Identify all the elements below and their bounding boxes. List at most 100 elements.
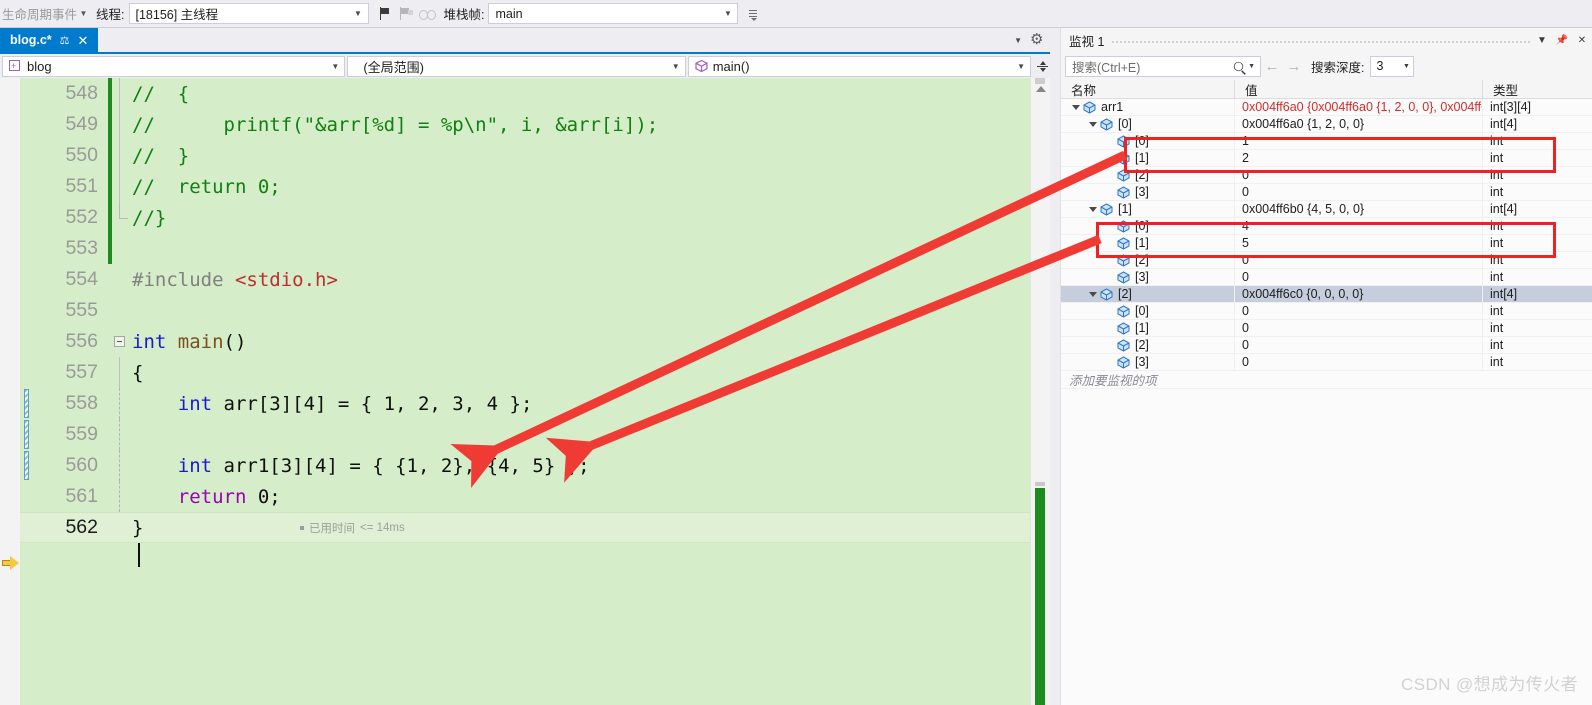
fold-column[interactable] [112,419,128,450]
watch-row-value[interactable]: 0x004ff6c0 {0, 0, 0, 0} [1234,285,1482,303]
arrow-right-icon[interactable]: → [1283,58,1305,75]
chevron-down-icon[interactable]: ▼ [1399,63,1413,70]
code-line[interactable]: 554 #include <stdio.h> [20,264,1030,295]
watch-row[interactable]: [2] 0 int [1061,336,1592,354]
watch-row-value[interactable]: 5 [1234,234,1482,252]
watch-row[interactable]: [3] 0 int [1061,353,1592,371]
watch-row[interactable]: [0] 0 int [1061,302,1592,320]
watch-row[interactable]: [0] 0x004ff6a0 {1, 2, 0, 0} int[4] [1061,115,1592,133]
watch-row[interactable]: [0] 1 int [1061,132,1592,150]
chevron-down-icon[interactable]: ▼ [77,9,90,18]
editor-tab-blog-c[interactable]: blog.c* ⚖ ✕ [0,28,98,52]
watch-row-value[interactable]: 0 [1234,268,1482,286]
dropdown-icon[interactable]: ▼ [1532,35,1552,46]
code-line[interactable]: 556 int main() [20,326,1030,357]
split-editor-icon[interactable] [1035,55,1050,77]
watch-row-name-cell[interactable]: [3] [1061,184,1234,201]
chevron-down-icon[interactable]: ▼ [720,9,735,18]
code-line[interactable]: 559 [20,419,1030,450]
fold-column[interactable] [112,481,128,512]
collapse-region-icon[interactable] [114,336,125,347]
watch-row-name-cell[interactable]: [0] [1061,303,1234,320]
watch-row[interactable]: [1] 2 int [1061,149,1592,167]
code-line[interactable]: 555 [20,295,1030,326]
fold-column[interactable] [112,357,128,388]
gear-icon[interactable] [1030,30,1044,48]
watch-row-value[interactable]: 0 [1234,353,1482,371]
fold-column[interactable] [112,78,128,109]
watch-row[interactable]: [2] 0 int [1061,166,1592,184]
chevron-down-icon[interactable]: ▼ [327,62,343,71]
watch-row-name-cell[interactable]: [1] [1061,235,1234,252]
watch-row-value[interactable]: 0x004ff6a0 {1, 2, 0, 0} [1234,115,1482,133]
watch-row[interactable]: [3] 0 int [1061,183,1592,201]
watch-row-value[interactable]: 0 [1234,183,1482,201]
fold-column[interactable] [112,109,128,140]
watch-row-name-cell[interactable]: [2] [1061,252,1234,269]
code-line[interactable]: 548 // { [20,78,1030,109]
chevron-down-icon[interactable]: ▼ [1014,36,1022,45]
fold-column[interactable] [112,171,128,202]
watch-row-name-cell[interactable]: [0] [1061,218,1234,235]
watch-row-name-cell[interactable]: [1] [1061,150,1234,167]
code-line[interactable]: 552 //} [20,202,1030,233]
watch-row[interactable]: [1] 0x004ff6b0 {4, 5, 0, 0} int[4] [1061,200,1592,218]
watch-row-value[interactable]: 4 [1234,217,1482,235]
fold-column[interactable] [112,450,128,481]
fold-column[interactable] [112,388,128,419]
scrollbar-thumb[interactable] [1035,488,1045,705]
close-icon[interactable]: ✕ [1572,35,1592,46]
add-watch-row[interactable]: 添加要监视的项 [1061,371,1592,389]
member-scope-combo[interactable]: (全局范围) ▼ [347,55,686,77]
watch-row[interactable]: [3] 0 int [1061,268,1592,286]
watch-row-value[interactable]: 0 [1234,251,1482,269]
chevron-down-icon[interactable]: ▼ [668,62,684,71]
stackframe-combo[interactable]: main ▼ [488,3,739,24]
search-icon[interactable] [1233,61,1244,71]
watch-row[interactable]: arr1 0x004ff6a0 {0x004ff6a0 {1, 2, 0, 0},… [1061,98,1592,116]
chevron-up-icon[interactable] [1036,86,1046,92]
watch-row-name-cell[interactable]: [0] [1061,116,1234,133]
watch-row-name-cell[interactable]: [3] [1061,354,1234,371]
search-input[interactable]: 搜索(Ctrl+E) ▼ [1065,55,1261,77]
watch-row-value[interactable]: 0x004ff6a0 {0x004ff6a0 {1, 2, 0, 0}, 0x0… [1234,98,1482,116]
code-line[interactable]: 549 // printf("&arr[%d] = %p\n", i, &arr… [20,109,1030,140]
code-line[interactable]: 560 int arr1[3][4] = { {1, 2}, {4, 5} }; [20,450,1030,481]
pin-icon[interactable]: 📌 [1552,35,1572,46]
code-line[interactable]: 562 } [20,512,1030,543]
code-line[interactable]: 558 int arr[3][4] = { 1, 2, 3, 4 }; [20,388,1030,419]
fold-column[interactable] [112,202,128,233]
watch-row-name-cell[interactable]: [0] [1061,133,1234,150]
fold-column[interactable] [112,326,128,357]
watch-row-value[interactable]: 0 [1234,336,1482,354]
watch-row-value[interactable]: 0 [1234,302,1482,320]
column-header-name[interactable]: 名称 [1061,80,1234,98]
watch-row-name-cell[interactable]: [2] [1061,167,1234,184]
code-line-current[interactable]: 561 return 0; [20,481,1030,512]
watch-row-name-cell[interactable]: [2] [1061,337,1234,354]
watch-row[interactable]: [2] 0 int [1061,251,1592,269]
chevron-down-icon[interactable]: ▼ [351,9,366,18]
expander-icon[interactable] [1086,116,1099,133]
code-line[interactable]: 550 // } [20,140,1030,171]
code-lines[interactable]: 548 // { 549 // printf("&arr[%d] = %p\n"… [20,78,1030,705]
watch-row-value[interactable]: 0 [1234,166,1482,184]
watch-row-name-cell[interactable]: [1] [1061,320,1234,337]
watch-row-name-cell[interactable]: [3] [1061,269,1234,286]
watch-row-value[interactable]: 1 [1234,132,1482,150]
thread-combo[interactable]: [18156] 主线程 ▼ [128,3,369,24]
expander-icon[interactable] [1086,286,1099,303]
watch-row-name-cell[interactable]: [2] [1061,286,1234,303]
watch-row[interactable]: [0] 4 int [1061,217,1592,235]
code-line[interactable]: 557 { [20,357,1030,388]
column-header-type[interactable]: 类型 [1482,80,1592,98]
expander-icon[interactable] [1086,201,1099,218]
editor-vertical-scrollbar[interactable] [1030,78,1050,705]
code-line[interactable]: 551 // return 0; [20,171,1030,202]
toolbar-overflow-icon[interactable] [746,3,760,25]
watch-row[interactable]: [1] 5 int [1061,234,1592,252]
close-icon[interactable]: ✕ [78,34,89,47]
search-depth-combo[interactable]: 3 ▼ [1370,55,1415,77]
column-header-value[interactable]: 值 [1234,80,1482,98]
watch-grid[interactable]: 名称 值 类型 arr1 0x004ff6a0 {0x004ff6a0 {1, 2… [1061,80,1592,705]
